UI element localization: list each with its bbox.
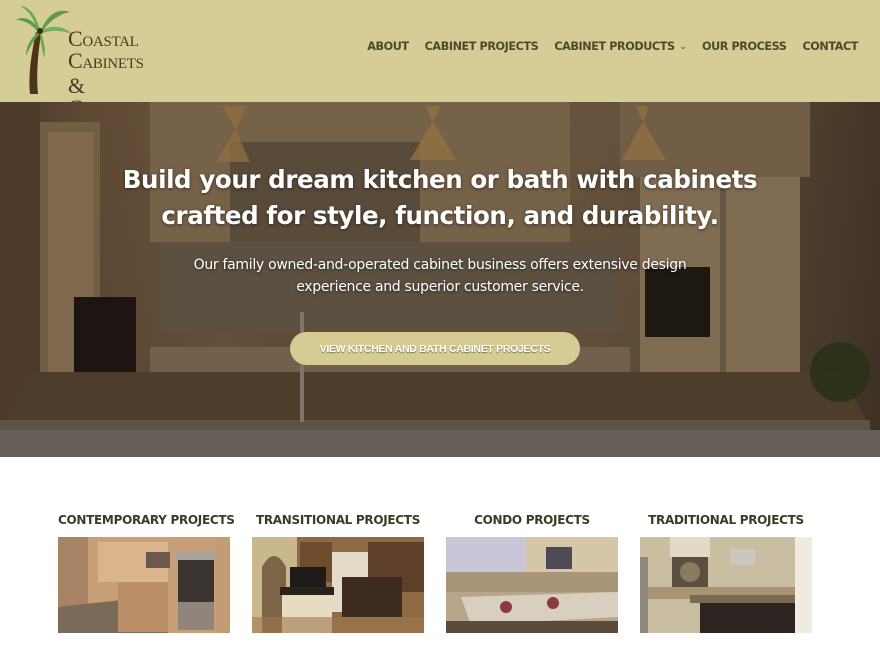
hero-title: Build your dream kitchen or bath with ca… <box>0 162 880 234</box>
project-title[interactable]: TRANSITIONAL PROJECTS <box>252 513 424 537</box>
logo-line-1: Coastal Cabinets <box>68 26 144 73</box>
hero-title-line-2: crafted for style, function, and durabil… <box>161 201 719 230</box>
hero-subtitle: Our family owned-and-operated cabinet bu… <box>0 254 880 298</box>
nav-cabinet-products[interactable]: CABINET PRODUCTS ⌄ <box>554 40 686 53</box>
hero-subtitle-line-2: experience and superior customer service… <box>296 279 584 295</box>
site-header: Coastal Cabinets & Countertops,Inc. ABOU… <box>0 0 880 119</box>
nav-cabinet-products-label: CABINET PRODUCTS <box>554 40 675 53</box>
hero-title-line-1: Build your dream kitchen or bath with ca… <box>122 165 758 194</box>
site-logo[interactable]: Coastal Cabinets & Countertops,Inc. <box>14 2 214 119</box>
traditional-kitchen-photo[interactable] <box>640 537 812 633</box>
main-nav: ABOUT CABINET PROJECTS CABINET PRODUCTS ⌄… <box>367 40 858 53</box>
transitional-kitchen-photo[interactable] <box>252 537 424 633</box>
nav-cabinet-projects[interactable]: CABINET PROJECTS <box>425 40 539 53</box>
nav-about-label: ABOUT <box>367 40 409 53</box>
nav-our-process[interactable]: OUR PROCESS <box>702 40 787 53</box>
project-title[interactable]: CONTEMPORARY PROJECTS <box>58 513 235 537</box>
palm-tree-icon <box>16 6 72 94</box>
view-projects-button[interactable]: VIEW KITCHEN AND BATH CABINET PROJECTS <box>290 332 580 365</box>
project-title[interactable]: CONDO PROJECTS <box>446 513 618 537</box>
hero-section: Build your dream kitchen or bath with ca… <box>0 102 880 457</box>
nav-about[interactable]: ABOUT <box>367 40 409 53</box>
project-card-condo: CONDO PROJECTS <box>446 513 618 633</box>
hero-subtitle-line-1: Our family owned-and-operated cabinet bu… <box>193 257 687 273</box>
nav-contact[interactable]: CONTACT <box>802 40 858 53</box>
project-card-traditional: TRADITIONAL PROJECTS <box>640 513 812 633</box>
nav-contact-label: CONTACT <box>802 40 858 53</box>
project-title[interactable]: TRADITIONAL PROJECTS <box>640 513 812 537</box>
project-categories: CONTEMPORARY PROJECTS TRANSITIONAL PROJE… <box>0 500 880 660</box>
nav-our-process-label: OUR PROCESS <box>701 40 787 53</box>
project-card-contemporary: CONTEMPORARY PROJECTS <box>58 513 235 633</box>
condo-kitchen-photo[interactable] <box>446 537 618 633</box>
project-card-transitional: TRANSITIONAL PROJECTS <box>252 513 424 633</box>
nav-cabinet-projects-label: CABINET PROJECTS <box>424 40 539 53</box>
contemporary-kitchen-photo[interactable] <box>58 537 230 633</box>
chevron-down-icon: ⌄ <box>679 42 687 51</box>
